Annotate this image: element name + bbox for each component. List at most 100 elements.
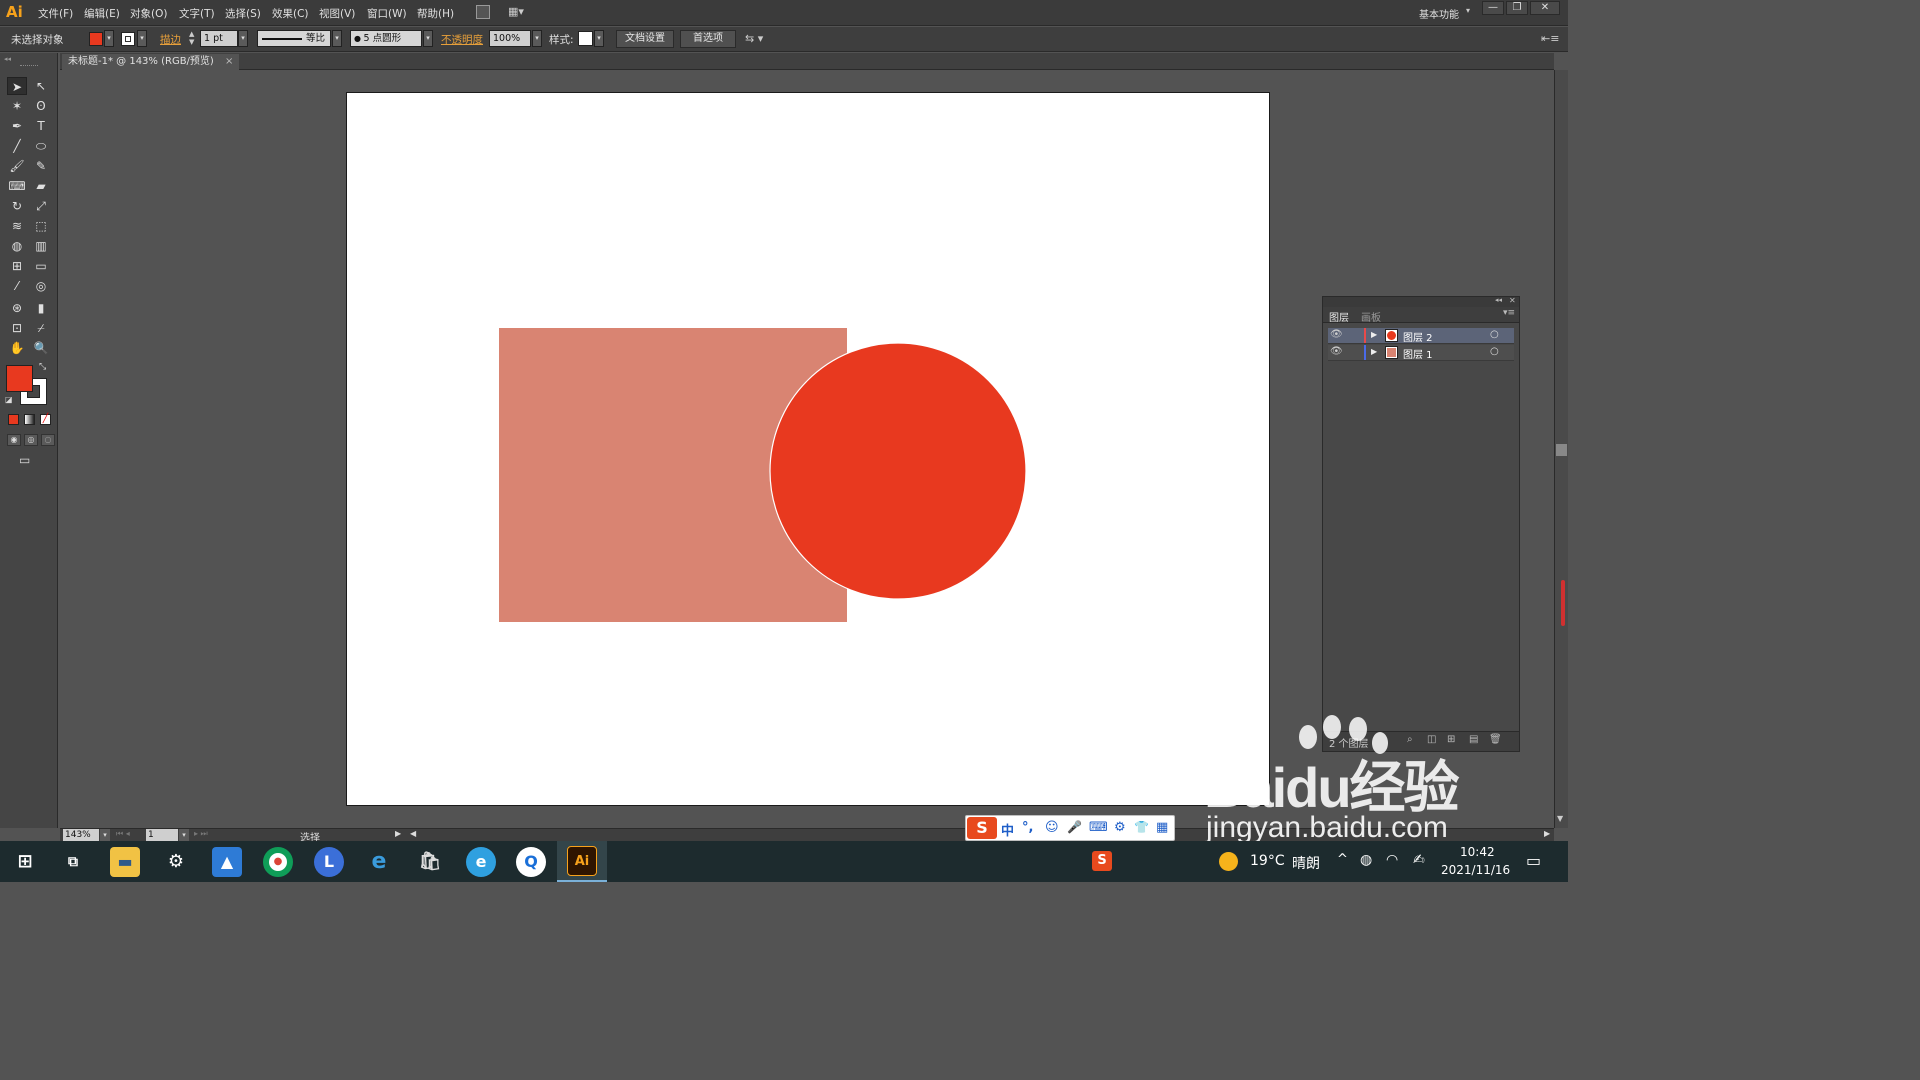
scroll-thumb[interactable] xyxy=(1556,444,1567,456)
first-artboard-icon[interactable]: ⏮ ◂ xyxy=(116,829,130,839)
workspace-switcher[interactable]: 基本功能 xyxy=(1419,6,1459,21)
document-setup-button[interactable]: 文档设置 xyxy=(616,30,674,48)
stroke-dropdown[interactable]: ▾ xyxy=(137,30,147,47)
clock-date[interactable]: 2021/11/16 xyxy=(1441,863,1510,877)
chevron-down-icon[interactable]: ▾ xyxy=(1466,6,1470,15)
draw-behind-icon[interactable]: ◎ xyxy=(24,434,38,446)
vertical-scrollbar[interactable]: ▼ xyxy=(1554,70,1568,828)
ime-keyboard-icon[interactable]: ⌨ xyxy=(1089,820,1108,835)
layer-name[interactable]: 图层 2 xyxy=(1403,329,1433,344)
ime-menu-icon[interactable]: ▦ xyxy=(1156,820,1168,835)
weather-text[interactable]: 晴朗 xyxy=(1292,853,1320,873)
ime-punctuation[interactable]: °, xyxy=(1022,820,1033,835)
panel-titlebar[interactable]: ◂◂ ✕ xyxy=(1323,296,1519,307)
collapse-icon[interactable]: ◂◂ xyxy=(4,55,11,63)
brush-dropdown[interactable]: ▾ xyxy=(423,30,433,47)
grip-handle[interactable] xyxy=(20,65,38,67)
screen-mode-icon[interactable]: ▭ xyxy=(19,453,37,467)
store-icon[interactable]: 🛍 xyxy=(415,847,445,877)
menu-object[interactable]: 对象(O) xyxy=(130,6,167,21)
arrange-icon[interactable]: ⇆ ▾ xyxy=(745,32,763,45)
fill-dropdown[interactable]: ▾ xyxy=(104,30,114,47)
graph-tool-icon[interactable]: ▮ xyxy=(31,299,51,317)
stroke-weight-input[interactable]: 1 pt xyxy=(200,30,238,47)
zoom-dropdown[interactable]: ▾ xyxy=(100,829,110,841)
visibility-eye-icon[interactable]: 👁 xyxy=(1330,346,1343,357)
blend-tool-icon[interactable]: ◎ xyxy=(31,277,51,295)
opacity-input[interactable]: 100% xyxy=(489,30,531,47)
file-explorer-icon[interactable]: ▬ xyxy=(110,847,140,877)
chrome-icon[interactable]: ● xyxy=(263,847,293,877)
wifi-icon[interactable]: ◠ xyxy=(1386,852,1398,868)
bridge-icon[interactable] xyxy=(476,5,490,19)
fill-color-box[interactable] xyxy=(6,365,33,392)
document-tab-close[interactable]: × xyxy=(225,56,233,67)
menu-file[interactable]: 文件(F) xyxy=(38,6,73,21)
status-menu-arrow[interactable]: ▶ xyxy=(395,829,401,838)
default-colors-icon[interactable]: ◪ xyxy=(5,395,13,404)
windows-start-icon[interactable]: ⊞ xyxy=(10,847,40,877)
settings-gear-icon[interactable]: ⚙ xyxy=(161,847,191,877)
tray-chevron-up-icon[interactable]: ^ xyxy=(1337,852,1348,867)
line-tool-icon[interactable]: ╱ xyxy=(7,137,27,155)
ime-voice-icon[interactable]: 🎤 xyxy=(1067,820,1082,834)
shape-builder-tool-icon[interactable]: ◍ xyxy=(7,237,27,255)
task-view-icon[interactable]: ⧉ xyxy=(58,847,88,877)
tab-artboards[interactable]: 画板 xyxy=(1361,309,1381,324)
type-tool-icon[interactable]: T xyxy=(31,117,51,135)
lasso-tool-icon[interactable]: ʘ xyxy=(31,97,51,115)
zoom-input[interactable]: 143% xyxy=(63,829,99,841)
mesh-tool-icon[interactable]: ⊞ xyxy=(7,257,27,275)
artboard[interactable] xyxy=(346,92,1270,806)
illustrator-icon[interactable]: Ai xyxy=(567,846,597,876)
layer-row-1[interactable]: 👁 ▶ 图层 1 ○ xyxy=(1328,345,1514,361)
menu-view[interactable]: 视图(V) xyxy=(319,6,355,21)
stroke-profile-select[interactable]: 等比 xyxy=(257,30,331,47)
zoom-tool-icon[interactable]: 🔍 xyxy=(31,339,51,357)
panel-collapse-icon[interactable]: ◂◂ xyxy=(1495,296,1502,304)
preferences-button[interactable]: 首选项 xyxy=(680,30,736,48)
sogou-tray-icon[interactable]: S xyxy=(1092,851,1112,871)
symbol-sprayer-tool-icon[interactable]: ⊛ xyxy=(7,299,27,317)
panel-options-icon[interactable]: ▾≡ xyxy=(1503,308,1515,318)
gradient-mode-icon[interactable] xyxy=(24,414,35,425)
scroll-down-icon[interactable]: ▼ xyxy=(1557,814,1563,823)
target-circle-icon[interactable]: ○ xyxy=(1490,346,1499,357)
weather-temp[interactable]: 19°C xyxy=(1250,853,1285,869)
stroke-stepper[interactable]: ▲ ▼ xyxy=(189,30,199,47)
color-mode-icon[interactable] xyxy=(8,414,19,425)
expand-arrow-icon[interactable]: ▶ xyxy=(1371,347,1377,356)
scale-tool-icon[interactable]: ⤢ xyxy=(31,197,51,215)
direct-selection-tool-icon[interactable]: ↖ xyxy=(31,77,51,95)
clock-time[interactable]: 10:42 xyxy=(1460,845,1495,859)
expand-arrow-icon[interactable]: ▶ xyxy=(1371,330,1377,339)
menu-select[interactable]: 选择(S) xyxy=(225,6,261,21)
notifications-icon[interactable]: ▭ xyxy=(1526,851,1541,870)
perspective-grid-tool-icon[interactable]: ▥ xyxy=(31,237,51,255)
browser-icon[interactable]: Q xyxy=(516,847,546,877)
panel-menu-icon[interactable]: ⇤≡ xyxy=(1541,32,1559,45)
menu-help[interactable]: 帮助(H) xyxy=(417,6,454,21)
swap-colors-icon[interactable]: ⤡ xyxy=(39,362,46,372)
menu-effect[interactable]: 效果(C) xyxy=(272,6,309,21)
circle-shape[interactable] xyxy=(769,342,1027,600)
l-app-icon[interactable]: L xyxy=(314,847,344,877)
opacity-label[interactable]: 不透明度 xyxy=(441,32,483,47)
selection-tool-icon[interactable]: ➤ xyxy=(7,77,27,95)
target-circle-icon[interactable]: ○ xyxy=(1490,329,1499,340)
document-tab[interactable]: 未标题-1* @ 143% (RGB/预览) × xyxy=(62,54,240,70)
style-dropdown[interactable]: ▾ xyxy=(594,30,604,47)
stroke-profile-dropdown[interactable]: ▾ xyxy=(332,30,342,47)
blob-brush-tool-icon[interactable]: ⌨ xyxy=(7,177,27,195)
menu-type[interactable]: 文字(T) xyxy=(179,6,215,21)
last-artboard-icon[interactable]: ▸ ⏭ xyxy=(194,829,208,839)
draw-normal-icon[interactable]: ◉ xyxy=(7,434,21,446)
weather-sun-icon[interactable] xyxy=(1219,852,1238,871)
eyedropper-tool-icon[interactable]: ⁄ xyxy=(7,277,27,295)
fill-swatch[interactable] xyxy=(89,32,103,46)
photos-icon[interactable]: ▲ xyxy=(212,847,242,877)
close-button[interactable]: ✕ xyxy=(1530,1,1560,15)
artboard-number-input[interactable]: 1 xyxy=(146,829,178,841)
gradient-tool-icon[interactable]: ▭ xyxy=(31,257,51,275)
width-tool-icon[interactable]: ≋ xyxy=(7,217,27,235)
